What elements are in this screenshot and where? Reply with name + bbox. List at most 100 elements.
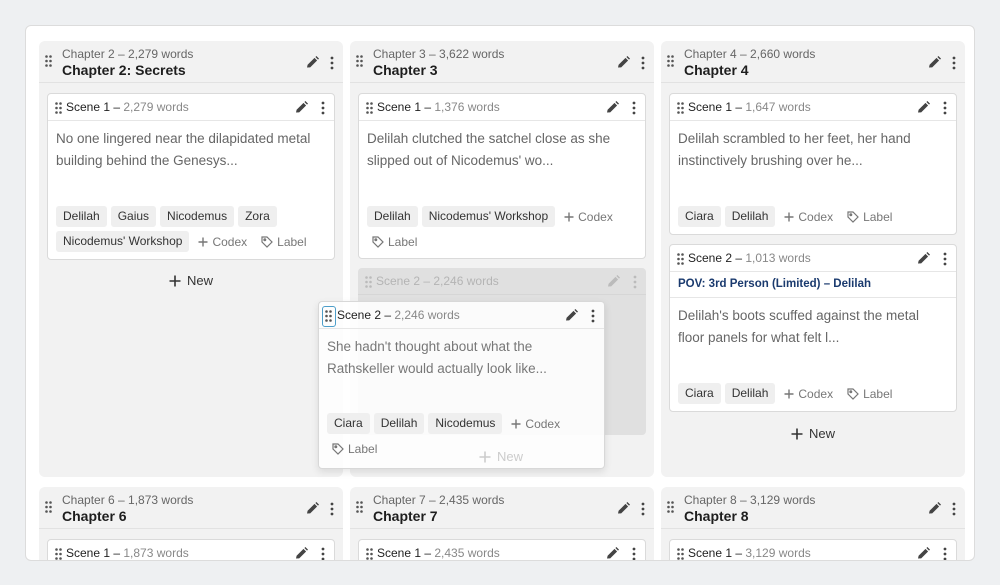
pencil-icon[interactable] [916,100,931,115]
more-vertical-icon[interactable] [330,56,335,70]
pencil-icon[interactable] [564,308,579,323]
drag-handle-icon[interactable] [677,102,685,115]
pov-label[interactable]: POV: 3rd Person (Limited) – Delilah [670,272,956,298]
dragged-scene-card[interactable]: Scene 2 – 2,246 words She hadn't thought… [318,301,605,469]
pencil-icon[interactable] [294,546,309,561]
drag-handle-icon[interactable] [55,548,63,561]
label-text: Label [277,234,307,249]
label-text: Label [388,234,418,249]
scene-card[interactable]: Scene 1 – 3,129 words [669,539,957,561]
pencil-icon[interactable] [916,251,931,266]
tag-chip[interactable]: Delilah [56,206,107,227]
drag-handle-icon[interactable] [667,501,676,514]
add-codex-button[interactable]: Codex [779,206,838,227]
more-vertical-icon[interactable] [641,502,646,516]
more-vertical-icon[interactable] [591,309,596,323]
drag-handle-icon[interactable] [366,102,374,115]
drag-handle-icon[interactable] [45,55,54,68]
chapter-word-count: Chapter 6 – 1,873 words [62,493,194,507]
scene-summary[interactable]: She hadn't thought about what the Rathsk… [319,329,604,380]
scene-card[interactable]: Scene 1 – 2,279 words No one lingered ne… [47,93,335,260]
add-label-button[interactable]: Label [842,206,897,227]
add-label-button[interactable]: Label [842,383,897,404]
add-codex-button[interactable]: Codex [506,413,565,434]
more-vertical-icon[interactable] [952,502,957,516]
scene-summary[interactable]: No one lingered near the dilapidated met… [48,121,334,172]
add-codex-button[interactable]: Codex [779,383,838,404]
more-vertical-icon[interactable] [632,547,637,561]
pencil-icon[interactable] [305,55,320,70]
pencil-icon[interactable] [605,546,620,561]
add-label-button[interactable]: Label [367,231,422,252]
scene-card[interactable]: Scene 2 – 1,013 words POV: 3rd Person (L… [669,244,957,412]
tag-chip[interactable]: Zora [238,206,277,227]
tag-chip[interactable]: Delilah [373,413,425,434]
add-label-button[interactable]: Label [327,438,382,459]
new-label: New [187,273,214,288]
pencil-icon[interactable] [305,501,320,516]
tag-chip[interactable]: Nicodemus [428,413,503,434]
drag-handle-icon [325,310,332,322]
add-codex-button[interactable]: Codex [193,231,252,252]
drag-handle-icon[interactable] [677,548,685,561]
more-vertical-icon[interactable] [952,56,957,70]
more-vertical-icon[interactable] [330,502,335,516]
more-vertical-icon[interactable] [321,547,326,561]
drag-handle-icon[interactable] [677,253,685,266]
chapter-header: Chapter 8 – 3,129 words Chapter 8 [661,487,965,529]
drag-handle-icon[interactable] [55,102,63,115]
more-vertical-icon[interactable] [641,56,646,70]
scene-summary[interactable]: Delilah's boots scuffed against the meta… [670,298,956,349]
more-vertical-icon[interactable] [943,101,948,115]
scene-card[interactable]: Scene 1 – 1,647 words Delilah scrambled … [669,93,957,235]
tag-chip[interactable]: Nicodemus' Workshop [421,206,556,227]
tag-icon [372,235,384,248]
plus-icon [564,212,574,221]
tag-chip[interactable]: Ciara [327,413,370,434]
pencil-icon[interactable] [916,546,931,561]
drag-handle-icon[interactable] [45,501,54,514]
pencil-icon [608,275,620,287]
drag-handle-icon[interactable] [667,55,676,68]
scene-card[interactable]: Scene 1 – 2,435 words [358,539,646,561]
tag-chip[interactable]: Ciara [678,206,721,227]
scene-label: Scene 2 – [337,308,395,322]
scene-card[interactable]: Scene 1 – 1,376 words Delilah clutched t… [358,93,646,259]
scene-summary[interactable]: Delilah clutched the satchel close as sh… [359,121,645,172]
tag-chip[interactable]: Delilah [367,206,418,227]
ghost-scene-label: Scene 2 – [376,274,434,288]
tag-chip[interactable]: Delilah [724,383,776,404]
chapter-title: Chapter 2: Secrets [62,62,186,78]
pencil-icon[interactable] [616,55,631,70]
chapter-column-7: Chapter 7 – 2,435 words Chapter 7 Scene … [350,487,654,561]
tag-chip[interactable]: Delilah [724,206,776,227]
more-vertical-icon[interactable] [943,547,948,561]
plus-icon [511,419,521,428]
scene-summary[interactable]: Delilah scrambled to her feet, her hand … [670,121,956,172]
tag-chip[interactable]: Gaius [110,206,157,227]
chapter-word-count: Chapter 3 – 3,622 words [373,47,505,61]
drag-handle-icon[interactable] [356,501,365,514]
drag-handle-focus[interactable] [322,306,336,327]
more-vertical-icon[interactable] [321,101,326,115]
add-codex-button[interactable]: Codex [559,206,618,227]
add-label-button[interactable]: Label [256,231,311,252]
more-vertical-icon[interactable] [632,101,637,115]
pencil-icon[interactable] [605,100,620,115]
scene-tags: Ciara Delilah Codex Label [678,383,950,404]
new-scene-button[interactable]: New [169,273,213,288]
new-scene-button[interactable]: New [791,426,835,441]
drag-handle-icon[interactable] [356,55,365,68]
drag-handle-icon[interactable] [366,548,374,561]
tag-chip[interactable]: Nicodemus' Workshop [56,231,190,252]
pencil-icon[interactable] [927,501,942,516]
ghost-new-button: New [479,449,523,464]
pencil-icon[interactable] [927,55,942,70]
tag-chip[interactable]: Nicodemus [160,206,235,227]
scene-card[interactable]: Scene 1 – 1,873 words [47,539,335,561]
pencil-icon[interactable] [616,501,631,516]
pencil-icon[interactable] [294,100,309,115]
chapter-header: Chapter 6 – 1,873 words Chapter 6 [39,487,343,529]
tag-chip[interactable]: Ciara [678,383,721,404]
more-vertical-icon[interactable] [943,252,948,266]
